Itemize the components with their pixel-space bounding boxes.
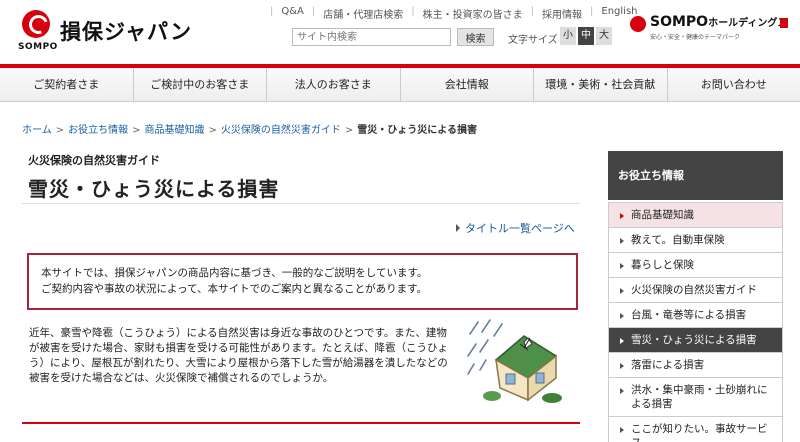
sidebar-item-product-basics[interactable]: 商品基礎知識 [608,202,783,228]
utility-link-qa[interactable]: Q&A [281,6,304,20]
breadcrumb: ホーム > お役立ち情報 > 商品基礎知識 > 火災保険の自然災害ガイド > 雪災・ひょう災によ… [22,125,477,136]
content-divider [22,422,580,424]
title-list-link[interactable]: タイトル一覧ページへ [456,220,575,236]
breadcrumb-disaster-guide[interactable]: 火災保険の自然災害ガイド [221,125,341,136]
notice-line-2: ご契約内容や事故の状況によって、本サイトでのご案内と異なることがあります。 [41,283,428,295]
sidebar-item-typhoon-tornado[interactable]: 台風・竜巻等による損害 [608,303,783,328]
nav-item-company-info[interactable]: 会社情報 [401,68,534,101]
brand-logo-sub: SOMPO [18,42,58,52]
nav-item-corporate-customers[interactable]: 法人のお客さま [267,68,401,101]
breadcrumb-current: 雪災・ひょう災による損害 [357,125,477,136]
sompo-logo-mark-icon [22,10,50,38]
sompo-japan-logo[interactable]: 損保ジャパン SOMPO [14,8,191,56]
text-size-medium-button[interactable]: 中 [578,27,594,45]
sompo-holdings-mark-icon [630,16,646,32]
arrow-right-icon [456,224,460,232]
sidebar-item-snow-hail[interactable]: 雪災・ひょう災による損害 [608,328,783,353]
nav-item-policyholders[interactable]: ご契約者さま [0,68,134,101]
utility-link-investors[interactable]: 株主・投資家の皆さま [423,6,523,21]
sidebar-item-accident-service[interactable]: ここが知りたい。事故サービス [608,417,783,442]
nav-item-contact[interactable]: お問い合わせ [668,68,800,101]
search-button[interactable]: 検索 [457,28,494,46]
holdings-name: SOMPOホールディングス [650,14,788,30]
sidebar-item-life-and-insurance[interactable]: 暮らしと保険 [608,253,783,278]
nav-item-prospective-customers[interactable]: ご検討中のお客さま [134,68,267,101]
house-with-hail-icon [467,319,562,403]
sompo-holdings-logo[interactable]: SOMPOホールディングス 安心・安全・健康のテーマパーク [628,12,798,48]
utility-link-recruit[interactable]: 採用情報 [542,6,582,21]
sidebar: お役立ち情報 商品基礎知識 教えて。自動車保険 暮らしと保険 火災保険の自然災害… [608,151,783,442]
brand-name: 損保ジャパン [60,20,192,44]
sidebar-item-flood-landslide[interactable]: 洪水・集中豪雨・土砂崩れによる損害 [608,378,783,417]
title-divider [22,203,580,204]
text-size-small-button[interactable]: 小 [560,27,576,45]
breadcrumb-home[interactable]: ホーム [22,125,52,136]
text-size-label: 文字サイズ [508,35,558,46]
intro-paragraph: 近年、豪雪や降雹（こうひょう）による自然災害は身近な事故のひとつです。また、建物… [29,327,448,384]
sidebar-item-lightning[interactable]: 落雷による損害 [608,353,783,378]
main-nav: ご契約者さま ご検討中のお客さま 法人のお客さま 会社情報 環境・美術・社会貢献… [0,64,800,102]
sidebar-heading: お役立ち情報 [608,151,783,200]
sidebar-item-disaster-guide[interactable]: 火災保険の自然災害ガイド [608,278,783,303]
page-title: 雪災・ひょう災による損害 [28,177,280,201]
disclaimer-notice: 本サイトでは、損保ジャパンの商品内容に基づき、一般的なご説明をしています。 ご契… [27,253,578,310]
breadcrumb-product-basics[interactable]: 商品基礎知識 [144,125,204,136]
utility-nav: | Q&A | 店舗・代理店検索 | 株主・投資家の皆さま | 採用情報 | E… [270,6,638,21]
sidebar-item-auto-insurance[interactable]: 教えて。自動車保険 [608,228,783,253]
page-kicker: 火災保険の自然災害ガイド [28,154,160,167]
nav-item-csr[interactable]: 環境・美術・社会貢献 [534,68,668,101]
site-header: 損保ジャパン SOMPO | Q&A | 店舗・代理店検索 | 株主・投資家の皆… [0,0,800,64]
notice-line-1: 本サイトでは、損保ジャパンの商品内容に基づき、一般的なご説明をしています。 [41,267,428,279]
utility-link-store-search[interactable]: 店舗・代理店検索 [323,6,403,21]
holdings-flag-icon [780,18,788,28]
site-search-input[interactable] [292,28,451,46]
text-size-large-button[interactable]: 大 [596,27,612,45]
holdings-tagline: 安心・安全・健康のテーマパーク [650,34,741,41]
breadcrumb-useful-info[interactable]: お役立ち情報 [68,125,128,136]
